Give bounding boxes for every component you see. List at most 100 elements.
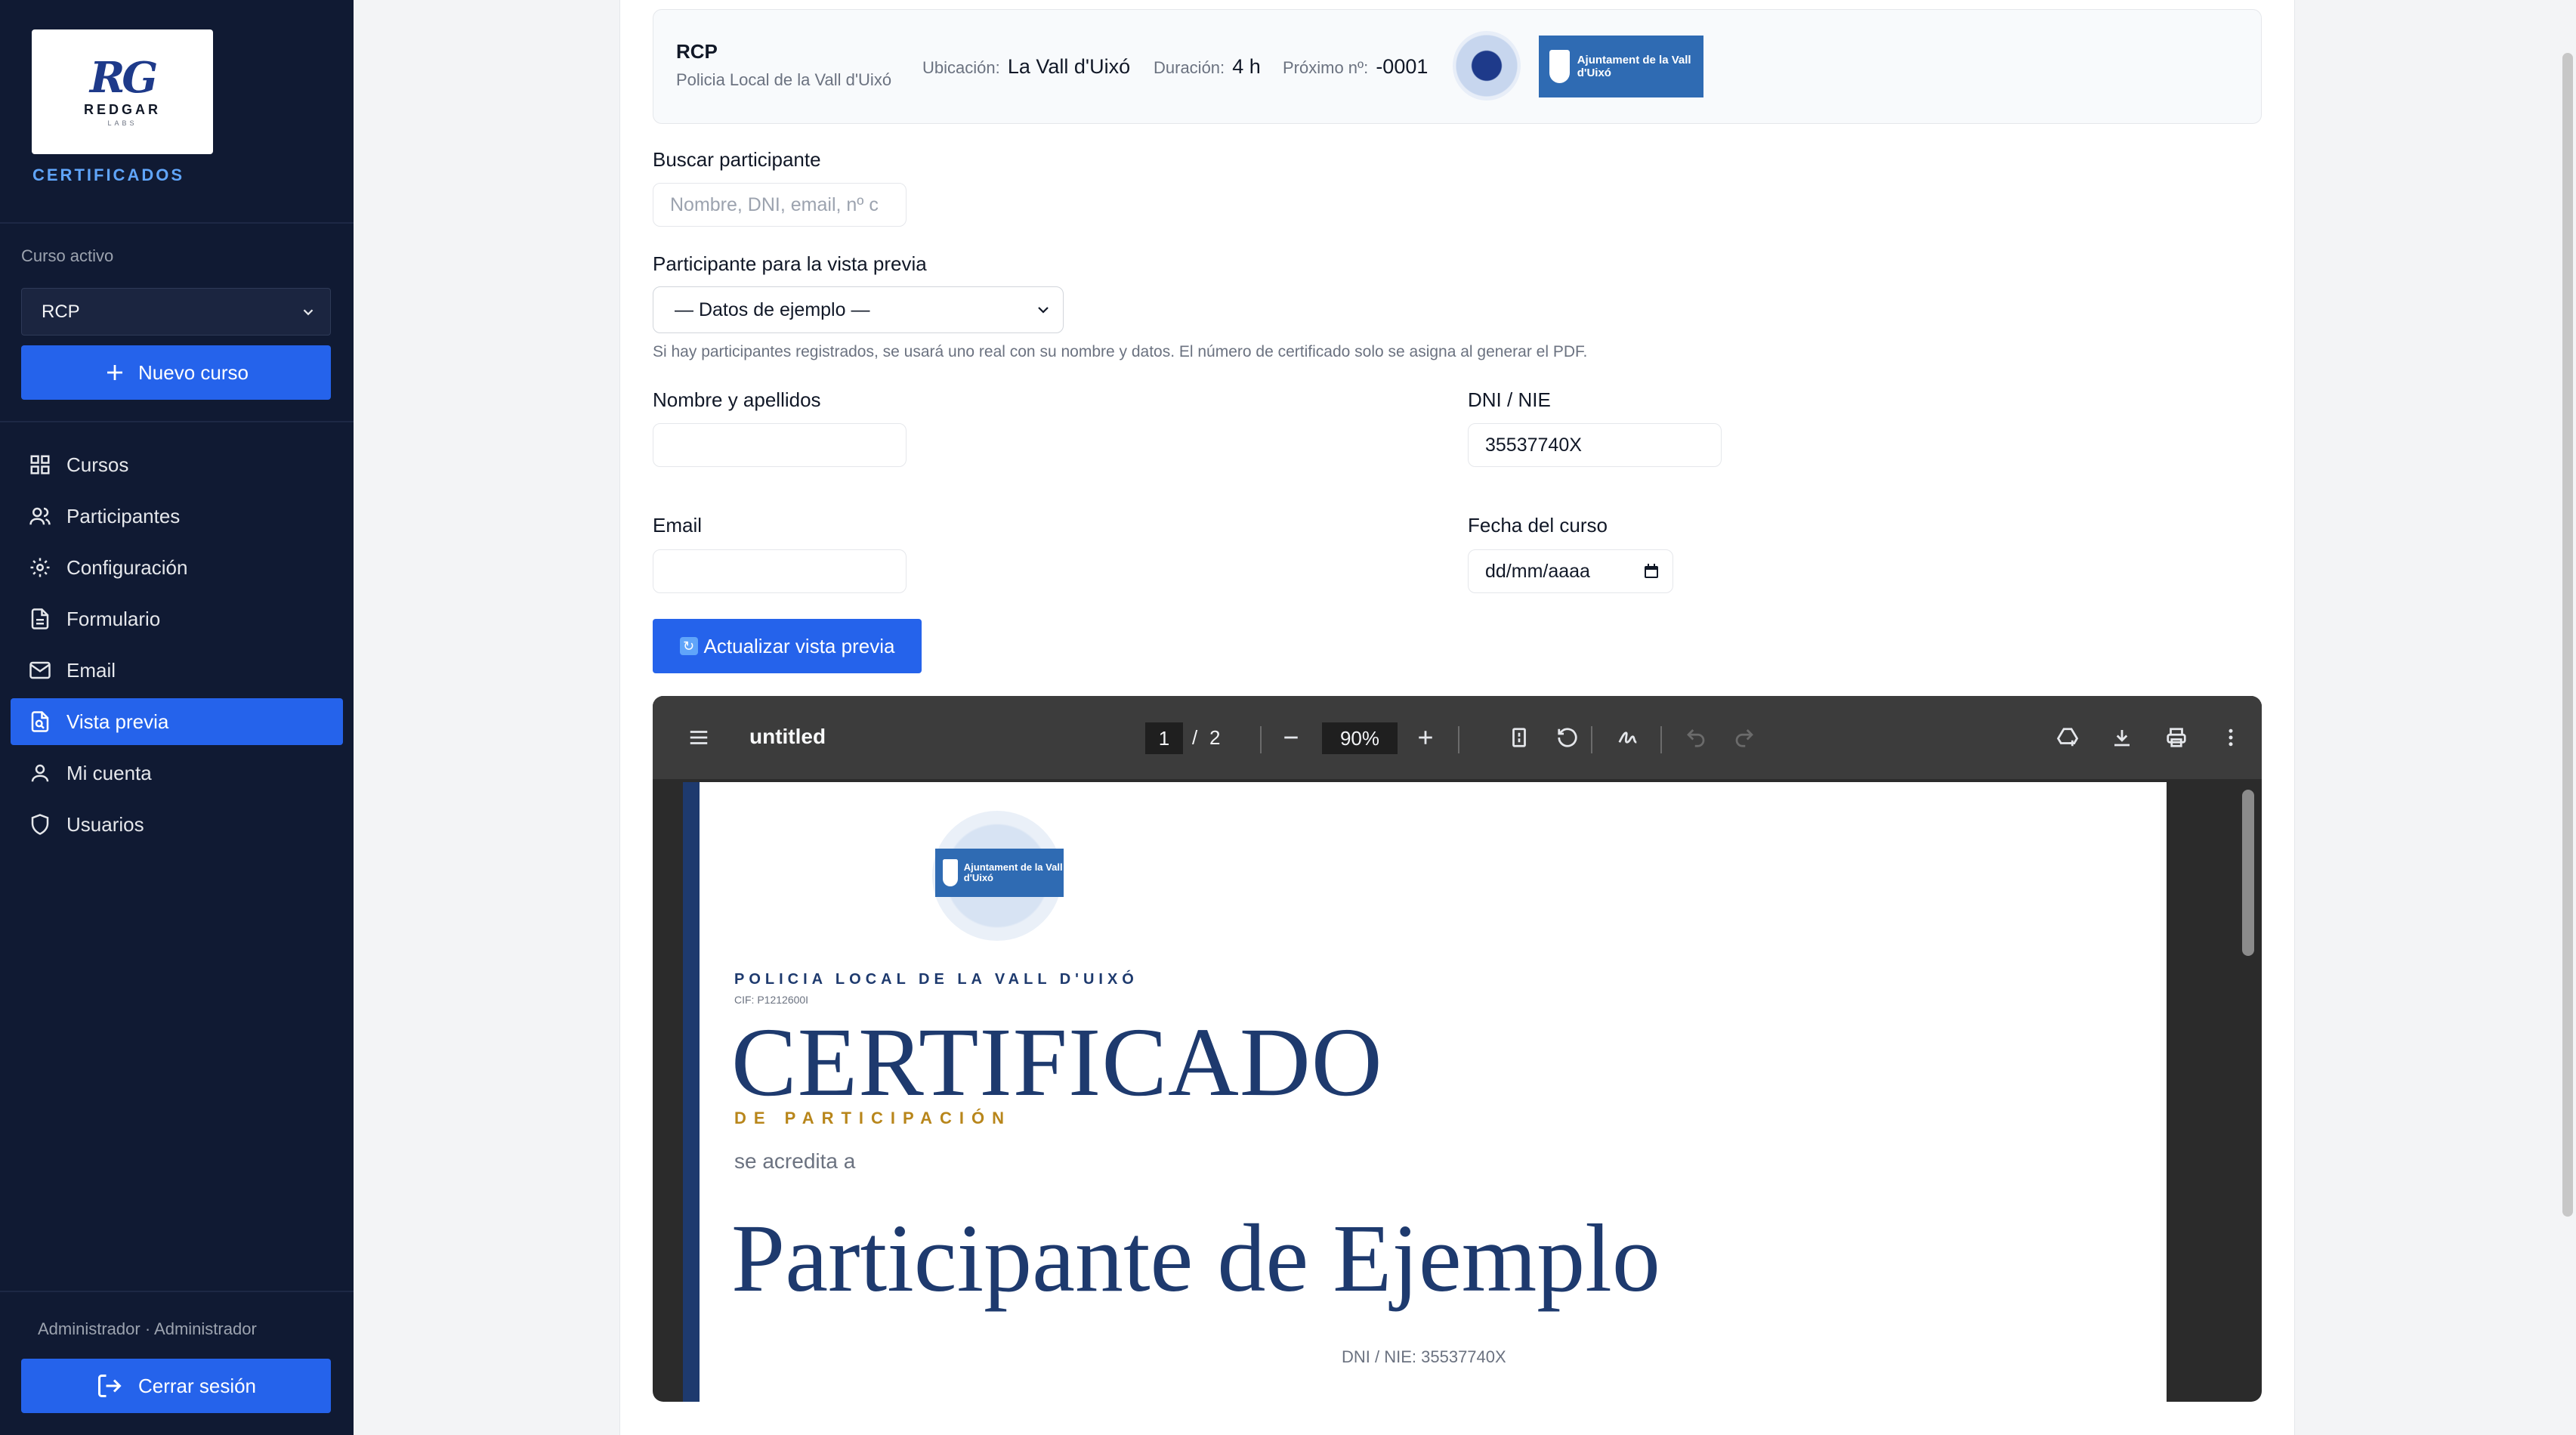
sidebar-item-configuracion[interactable]: Configuración <box>11 544 343 591</box>
print-button[interactable] <box>2157 719 2195 756</box>
sidebar-item-email[interactable]: Email <box>11 647 343 694</box>
fit-page-icon <box>1512 728 1526 747</box>
zoom-out-button[interactable] <box>1272 719 1310 756</box>
dni-input[interactable]: 35537740X <box>1468 423 1722 467</box>
duration-value: 4 h <box>1232 55 1261 78</box>
signature-icon <box>1618 731 1637 744</box>
refresh-icon: ↻ <box>679 637 698 655</box>
pdf-page-input[interactable]: 1 <box>1145 722 1183 754</box>
sidebar-item-participantes[interactable]: Participantes <box>11 493 343 540</box>
more-vertical-icon <box>2229 728 2233 747</box>
sidebar-divider <box>0 1291 354 1292</box>
city-shield-icon <box>1549 50 1570 83</box>
logout-label: Cerrar sesión <box>137 1374 257 1397</box>
sidebar-item-mi-cuenta[interactable]: Mi cuenta <box>11 750 343 796</box>
location-label: Ubicación: <box>922 58 1000 77</box>
pdf-viewer: untitled 1 / 2 90% Ajuntament de la Vall… <box>653 696 2262 1402</box>
certificate-title: CERTIFICADO <box>731 1008 1383 1117</box>
police-seal-logo <box>1453 31 1521 101</box>
city-shield-icon <box>943 859 958 886</box>
certificate-accredits: se acredita a <box>734 1149 856 1173</box>
zoom-in-button[interactable] <box>1407 719 1444 756</box>
ayuntamiento-logo-text: Ajuntament de la Vall d'Uixó <box>1577 54 1691 79</box>
sidebar-nav: Cursos Participantes Configuración Formu… <box>11 441 343 852</box>
sidebar-item-label: Participantes <box>66 504 181 527</box>
dni-label: DNI / NIE <box>1468 388 1551 411</box>
undo-icon <box>1687 729 1705 747</box>
save-to-drive-button[interactable] <box>2049 719 2086 756</box>
rotate-icon <box>1558 728 1577 747</box>
location-field: Ubicación: La Vall d'Uixó <box>922 55 1130 79</box>
sidebar-item-label: Email <box>66 658 116 682</box>
sidebar-item-label: Vista previa <box>66 710 169 733</box>
annotate-button[interactable] <box>1609 719 1647 756</box>
brand-label: CERTIFICADOS <box>32 165 184 184</box>
sidebar-divider <box>0 222 354 224</box>
logo-sub: LABS <box>107 119 137 127</box>
certificate-side-stripe <box>683 782 700 1402</box>
pdf-toolbar: untitled 1 / 2 90% <box>653 696 2262 779</box>
sidebar-item-cursos[interactable]: Cursos <box>11 441 343 488</box>
file-preview-icon <box>31 711 49 732</box>
minus-icon <box>1284 736 1298 739</box>
toolbar-divider <box>1458 726 1459 753</box>
course-info-bar: RCP Policia Local de la Vall d'Uixó Ubic… <box>653 9 2262 124</box>
duration-field: Duración: 4 h <box>1154 55 1261 79</box>
pdf-scrollbar[interactable] <box>2242 790 2254 956</box>
page-scrollbar[interactable] <box>2562 53 2573 1217</box>
pdf-page-total: 2 <box>1209 726 1221 749</box>
email-input[interactable] <box>653 549 907 593</box>
redo-icon <box>1735 729 1753 747</box>
toolbar-divider <box>1260 726 1262 753</box>
redo-button[interactable] <box>1725 719 1763 756</box>
refresh-preview-button[interactable]: ↻ Actualizar vista previa <box>653 619 922 673</box>
sidebar-item-vista-previa[interactable]: Vista previa <box>11 698 343 745</box>
date-input[interactable]: dd/mm/aaaa <box>1468 549 1673 593</box>
toolbar-divider <box>1591 726 1592 753</box>
certificate-participant-name: Participante de Ejemplo <box>731 1205 1660 1312</box>
ayuntamiento-logo: Ajuntament de la Vall d'Uixó <box>1539 36 1703 97</box>
preview-participant-select[interactable]: — Datos de ejemplo — <box>653 286 1064 333</box>
date-input-value: dd/mm/aaaa <box>1485 560 1590 582</box>
course-label: Curso activo <box>21 246 114 265</box>
undo-button[interactable] <box>1677 719 1715 756</box>
file-text-icon <box>31 608 49 629</box>
plus-icon <box>107 365 123 380</box>
sidebar-item-usuarios[interactable]: Usuarios <box>11 801 343 848</box>
name-input[interactable] <box>653 423 907 467</box>
new-course-button[interactable]: Nuevo curso <box>21 345 331 400</box>
email-label: Email <box>653 514 703 537</box>
logo-name: REDGAR <box>83 102 161 117</box>
certificate-org: POLICIA LOCAL DE LA VALL D'UIXÓ <box>734 971 1138 988</box>
logo-mark: RG <box>89 53 158 103</box>
location-value: La Vall d'Uixó <box>1007 55 1131 78</box>
users-icon <box>29 507 51 525</box>
zoom-input[interactable]: 90% <box>1322 722 1398 754</box>
logout-button[interactable]: Cerrar sesión <box>21 1359 331 1413</box>
grid-icon <box>30 455 50 475</box>
preview-participant-value: — Datos de ejemplo — <box>675 298 870 320</box>
course-select[interactable]: RCP <box>21 288 331 336</box>
sidebar-divider <box>0 421 354 422</box>
logo: RG REDGAR LABS <box>32 29 213 154</box>
fit-page-button[interactable] <box>1500 719 1538 756</box>
certificate-subtitle: DE PARTICIPACIÓN <box>734 1109 1012 1127</box>
download-icon <box>2114 730 2130 747</box>
next-number-value: -0001 <box>1376 55 1429 78</box>
sidebar-item-label: Usuarios <box>66 812 144 836</box>
search-input[interactable]: Nombre, DNI, email, nº c <box>653 183 907 227</box>
search-label: Buscar participante <box>653 148 821 171</box>
pdf-menu-button[interactable] <box>680 719 718 756</box>
rotate-button[interactable] <box>1549 719 1586 756</box>
hamburger-menu-icon <box>690 731 708 744</box>
more-options-button[interactable] <box>2212 719 2250 756</box>
download-button[interactable] <box>2103 719 2141 756</box>
shield-icon <box>31 814 49 835</box>
new-course-label: Nuevo curso <box>138 360 249 384</box>
sidebar-item-label: Formulario <box>66 607 161 630</box>
course-select-value: RCP <box>42 301 80 322</box>
preview-hint: Si hay participantes registrados, se usa… <box>653 343 1588 360</box>
certificate-emblem: Ajuntament de la Vall d'Uixó <box>932 811 1068 941</box>
sidebar-item-label: Cursos <box>66 453 129 476</box>
sidebar-item-formulario[interactable]: Formulario <box>11 595 343 642</box>
